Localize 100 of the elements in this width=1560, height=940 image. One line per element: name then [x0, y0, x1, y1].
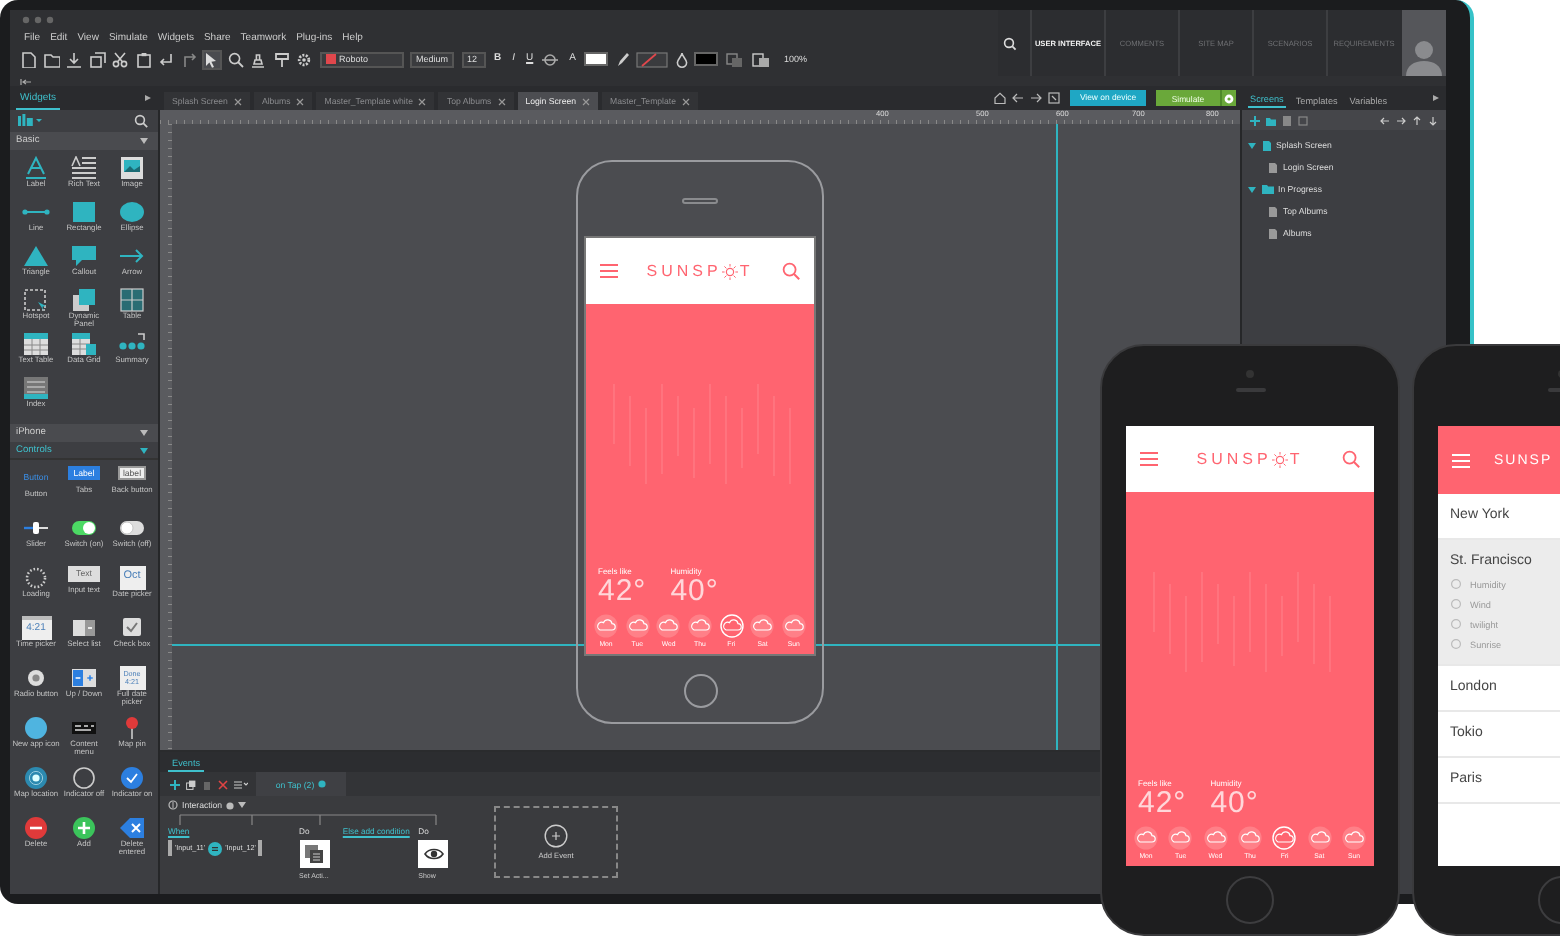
search-icon[interactable] [134, 113, 148, 127]
caret-icon [140, 138, 148, 144]
simulate-options-button[interactable] [1220, 90, 1236, 106]
collapse-icon[interactable] [20, 77, 32, 85]
rectangle-icon[interactable] [70, 199, 98, 223]
page-icon[interactable] [1282, 115, 1292, 125]
weather-icon[interactable] [1307, 825, 1332, 849]
radio-icon[interactable] [22, 665, 50, 689]
weather-icon[interactable] [719, 613, 744, 637]
arrow-icon[interactable] [118, 243, 146, 267]
checkbox-icon[interactable] [118, 615, 146, 639]
grid-icon[interactable] [118, 287, 146, 311]
copy-icon[interactable] [186, 779, 196, 789]
toggle-icon[interactable] [70, 515, 98, 539]
search-icon[interactable] [998, 35, 1022, 51]
pointer-icon[interactable] [204, 51, 220, 67]
gear-icon [1224, 93, 1234, 103]
expand-icon[interactable] [1432, 94, 1440, 102]
weather-icon[interactable] [1272, 825, 1297, 849]
plus-icon[interactable] [1250, 115, 1260, 125]
fit-icon[interactable] [1048, 92, 1060, 104]
return-arrow-icon[interactable] [158, 51, 174, 67]
stepper-icon[interactable] [70, 665, 98, 689]
download-icon[interactable] [66, 51, 82, 67]
logo-text: SUNSP [646, 262, 722, 280]
list-icon[interactable] [234, 779, 248, 789]
close-icon[interactable] [418, 97, 427, 105]
weather-icon[interactable] [750, 613, 775, 637]
table-icon[interactable] [70, 331, 98, 355]
action-tile[interactable] [299, 840, 330, 868]
label-icon[interactable] [22, 155, 50, 179]
library-icon[interactable] [18, 114, 42, 126]
equals-icon[interactable] [208, 841, 223, 855]
close-icon[interactable] [681, 97, 690, 105]
drop-icon[interactable] [675, 51, 688, 67]
layers-icon[interactable] [725, 51, 746, 67]
color-swatch[interactable] [584, 52, 609, 66]
dots-icon[interactable] [118, 331, 146, 355]
list-icon[interactable] [22, 375, 50, 399]
folder-icon[interactable] [43, 51, 59, 67]
menu-icon[interactable] [600, 264, 618, 278]
move-right-icon[interactable] [1396, 115, 1406, 125]
scissors-icon[interactable] [112, 51, 128, 67]
caret-icon [140, 447, 148, 453]
move-up-icon[interactable] [1412, 115, 1422, 125]
corner-arrow-icon[interactable] [181, 51, 197, 67]
plus-icon[interactable] [170, 779, 180, 789]
stacked-squares-icon[interactable] [70, 287, 98, 311]
caret-icon[interactable] [1248, 141, 1256, 149]
gear-icon [226, 801, 235, 809]
action-tile[interactable] [418, 840, 449, 868]
weather-icon[interactable] [594, 613, 618, 637]
close-icon[interactable] [233, 97, 242, 105]
table-icon[interactable] [22, 331, 50, 355]
close-icon[interactable] [497, 97, 506, 105]
color-swatch[interactable] [694, 52, 719, 66]
folder-icon[interactable] [1266, 115, 1276, 125]
weather-icon[interactable] [1341, 825, 1366, 849]
zoom-icon[interactable] [227, 51, 243, 67]
weather-icon[interactable] [687, 613, 712, 637]
triangle-icon[interactable] [22, 243, 50, 267]
ellipse-icon[interactable] [118, 199, 146, 223]
new-page-icon[interactable] [20, 51, 36, 67]
spinner-icon[interactable] [22, 565, 50, 589]
stamp-icon[interactable] [250, 51, 266, 67]
weather-icon[interactable] [656, 613, 681, 637]
circle-icon[interactable] [22, 715, 50, 739]
forward-arrow-icon[interactable] [1030, 92, 1042, 104]
plus-circle-icon[interactable] [70, 815, 98, 839]
close-icon[interactable] [296, 97, 305, 105]
weather-icon[interactable] [1168, 825, 1193, 849]
check-circle-icon[interactable] [118, 765, 146, 789]
select-icon[interactable] [70, 615, 98, 639]
minus-circle-icon[interactable] [22, 815, 50, 839]
menu-icon[interactable] [1140, 452, 1158, 466]
image-icon[interactable] [118, 155, 146, 179]
weather-icon[interactable] [1203, 825, 1228, 849]
weather-icon[interactable] [1134, 825, 1158, 849]
move-left-icon[interactable] [1380, 115, 1390, 125]
close-icon[interactable] [582, 97, 591, 105]
dashed-square-icon[interactable] [22, 287, 50, 311]
toggle-icon[interactable] [118, 515, 146, 539]
gear-icon[interactable] [296, 51, 312, 67]
home-icon[interactable] [994, 92, 1006, 104]
text-lines-icon[interactable] [70, 155, 98, 179]
line-color-icon[interactable] [636, 51, 669, 67]
pen-icon[interactable] [615, 51, 630, 67]
speech-bubble-icon[interactable] [70, 243, 98, 267]
align-icon[interactable] [542, 51, 561, 67]
location-icon[interactable] [22, 765, 50, 789]
weather-icon[interactable] [1237, 825, 1262, 849]
expand-icon[interactable] [144, 94, 152, 102]
caret-icon[interactable] [1248, 185, 1256, 193]
back-arrow-icon[interactable] [1012, 92, 1024, 104]
weather-icon[interactable] [625, 613, 650, 637]
copy-icon[interactable] [89, 51, 105, 67]
ring-icon[interactable] [70, 765, 98, 789]
move-down-icon[interactable] [1428, 115, 1438, 125]
weather-icon[interactable] [781, 613, 806, 637]
clipboard-icon[interactable] [135, 51, 151, 67]
